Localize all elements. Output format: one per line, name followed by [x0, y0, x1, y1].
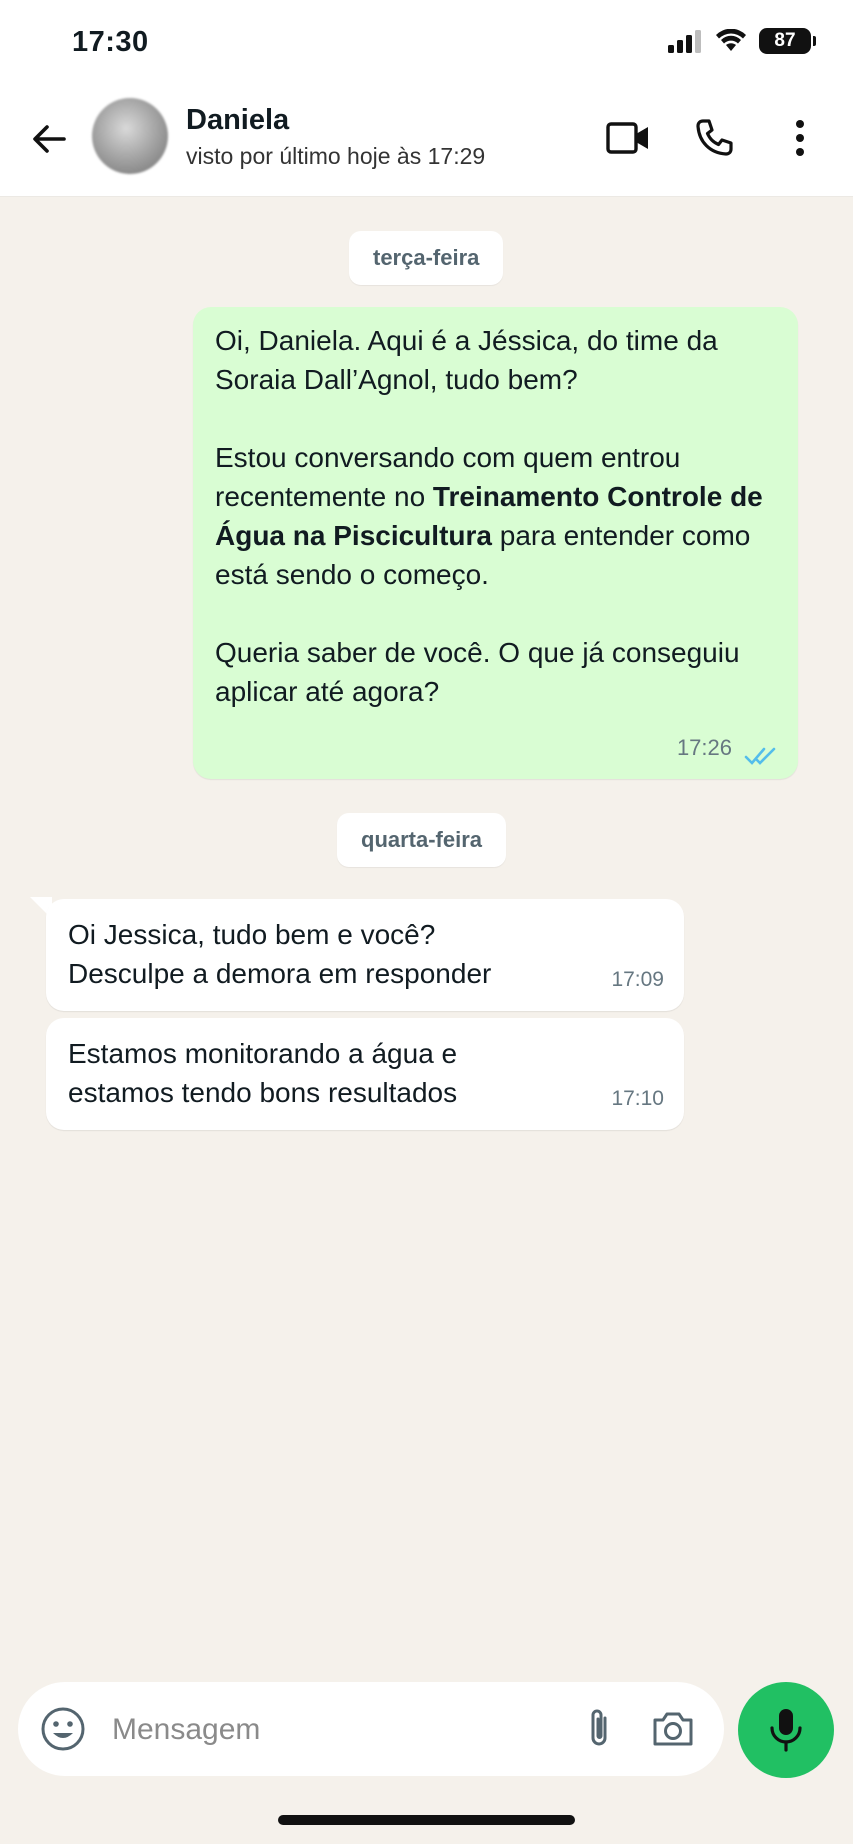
attach-button[interactable]	[574, 1704, 624, 1754]
back-button[interactable]	[28, 118, 70, 160]
chat-header: Daniela visto por último hoje às 17:29	[0, 90, 853, 197]
message-paragraph: Oi, Daniela. Aqui é a Jéssica, do time d…	[215, 325, 718, 395]
emoji-button[interactable]	[38, 1704, 88, 1754]
date-separator: quarta-feira	[337, 813, 507, 867]
message-text: Estamos monitorando a água e estamos ten…	[68, 1038, 458, 1108]
contact-last-seen: visto por último hoje às 17:29	[186, 143, 486, 169]
status-bar: 17:30 87	[0, 0, 853, 90]
message-time: 17:10	[611, 1087, 664, 1110]
chat-area[interactable]: terça-feira Oi, Daniela. Aqui é a Jéssic…	[0, 197, 853, 1677]
contact-name[interactable]: Daniela	[186, 104, 289, 137]
date-separator: terça-feira	[349, 231, 504, 285]
avatar[interactable]	[92, 98, 168, 174]
microphone-icon	[770, 1709, 802, 1752]
more-vertical-icon	[796, 120, 804, 156]
camera-button[interactable]	[648, 1704, 698, 1754]
status-time: 17:30	[72, 26, 149, 58]
incoming-message[interactable]: Oi Jessica, tudo bem e você? Desculpe a …	[46, 899, 684, 1011]
incoming-message[interactable]: Estamos monitorando a água e estamos ten…	[46, 1018, 684, 1130]
message-input[interactable]	[110, 1702, 584, 1758]
voice-call-button[interactable]	[690, 114, 738, 162]
emoji-icon	[41, 1707, 85, 1751]
outgoing-message[interactable]: Oi, Daniela. Aqui é a Jéssica, do time d…	[193, 307, 798, 779]
status-icons: 87	[667, 28, 816, 54]
battery-indicator: 87	[759, 28, 816, 54]
signal-icon	[668, 30, 701, 53]
video-call-button[interactable]	[604, 114, 652, 162]
message-time: 17:09	[611, 968, 664, 991]
message-paragraph: Estou conversando com quem entrou recent…	[215, 442, 763, 590]
arrow-left-icon	[33, 125, 66, 153]
home-indicator[interactable]	[278, 1815, 575, 1825]
message-time: 17:26	[676, 735, 732, 760]
more-options-button[interactable]	[776, 114, 824, 162]
phone-icon	[696, 119, 733, 156]
camera-icon	[653, 1712, 693, 1746]
wifi-icon	[716, 29, 746, 51]
message-paragraph: Queria saber de você. O que já conseguiu…	[215, 637, 740, 707]
paperclip-icon	[591, 1709, 607, 1746]
read-ticks-icon	[744, 747, 776, 765]
voice-message-button[interactable]	[738, 1682, 834, 1778]
message-text: Oi Jessica, tudo bem e você? Desculpe a …	[68, 919, 492, 989]
video-camera-icon	[606, 122, 648, 154]
message-composer	[18, 1682, 724, 1776]
